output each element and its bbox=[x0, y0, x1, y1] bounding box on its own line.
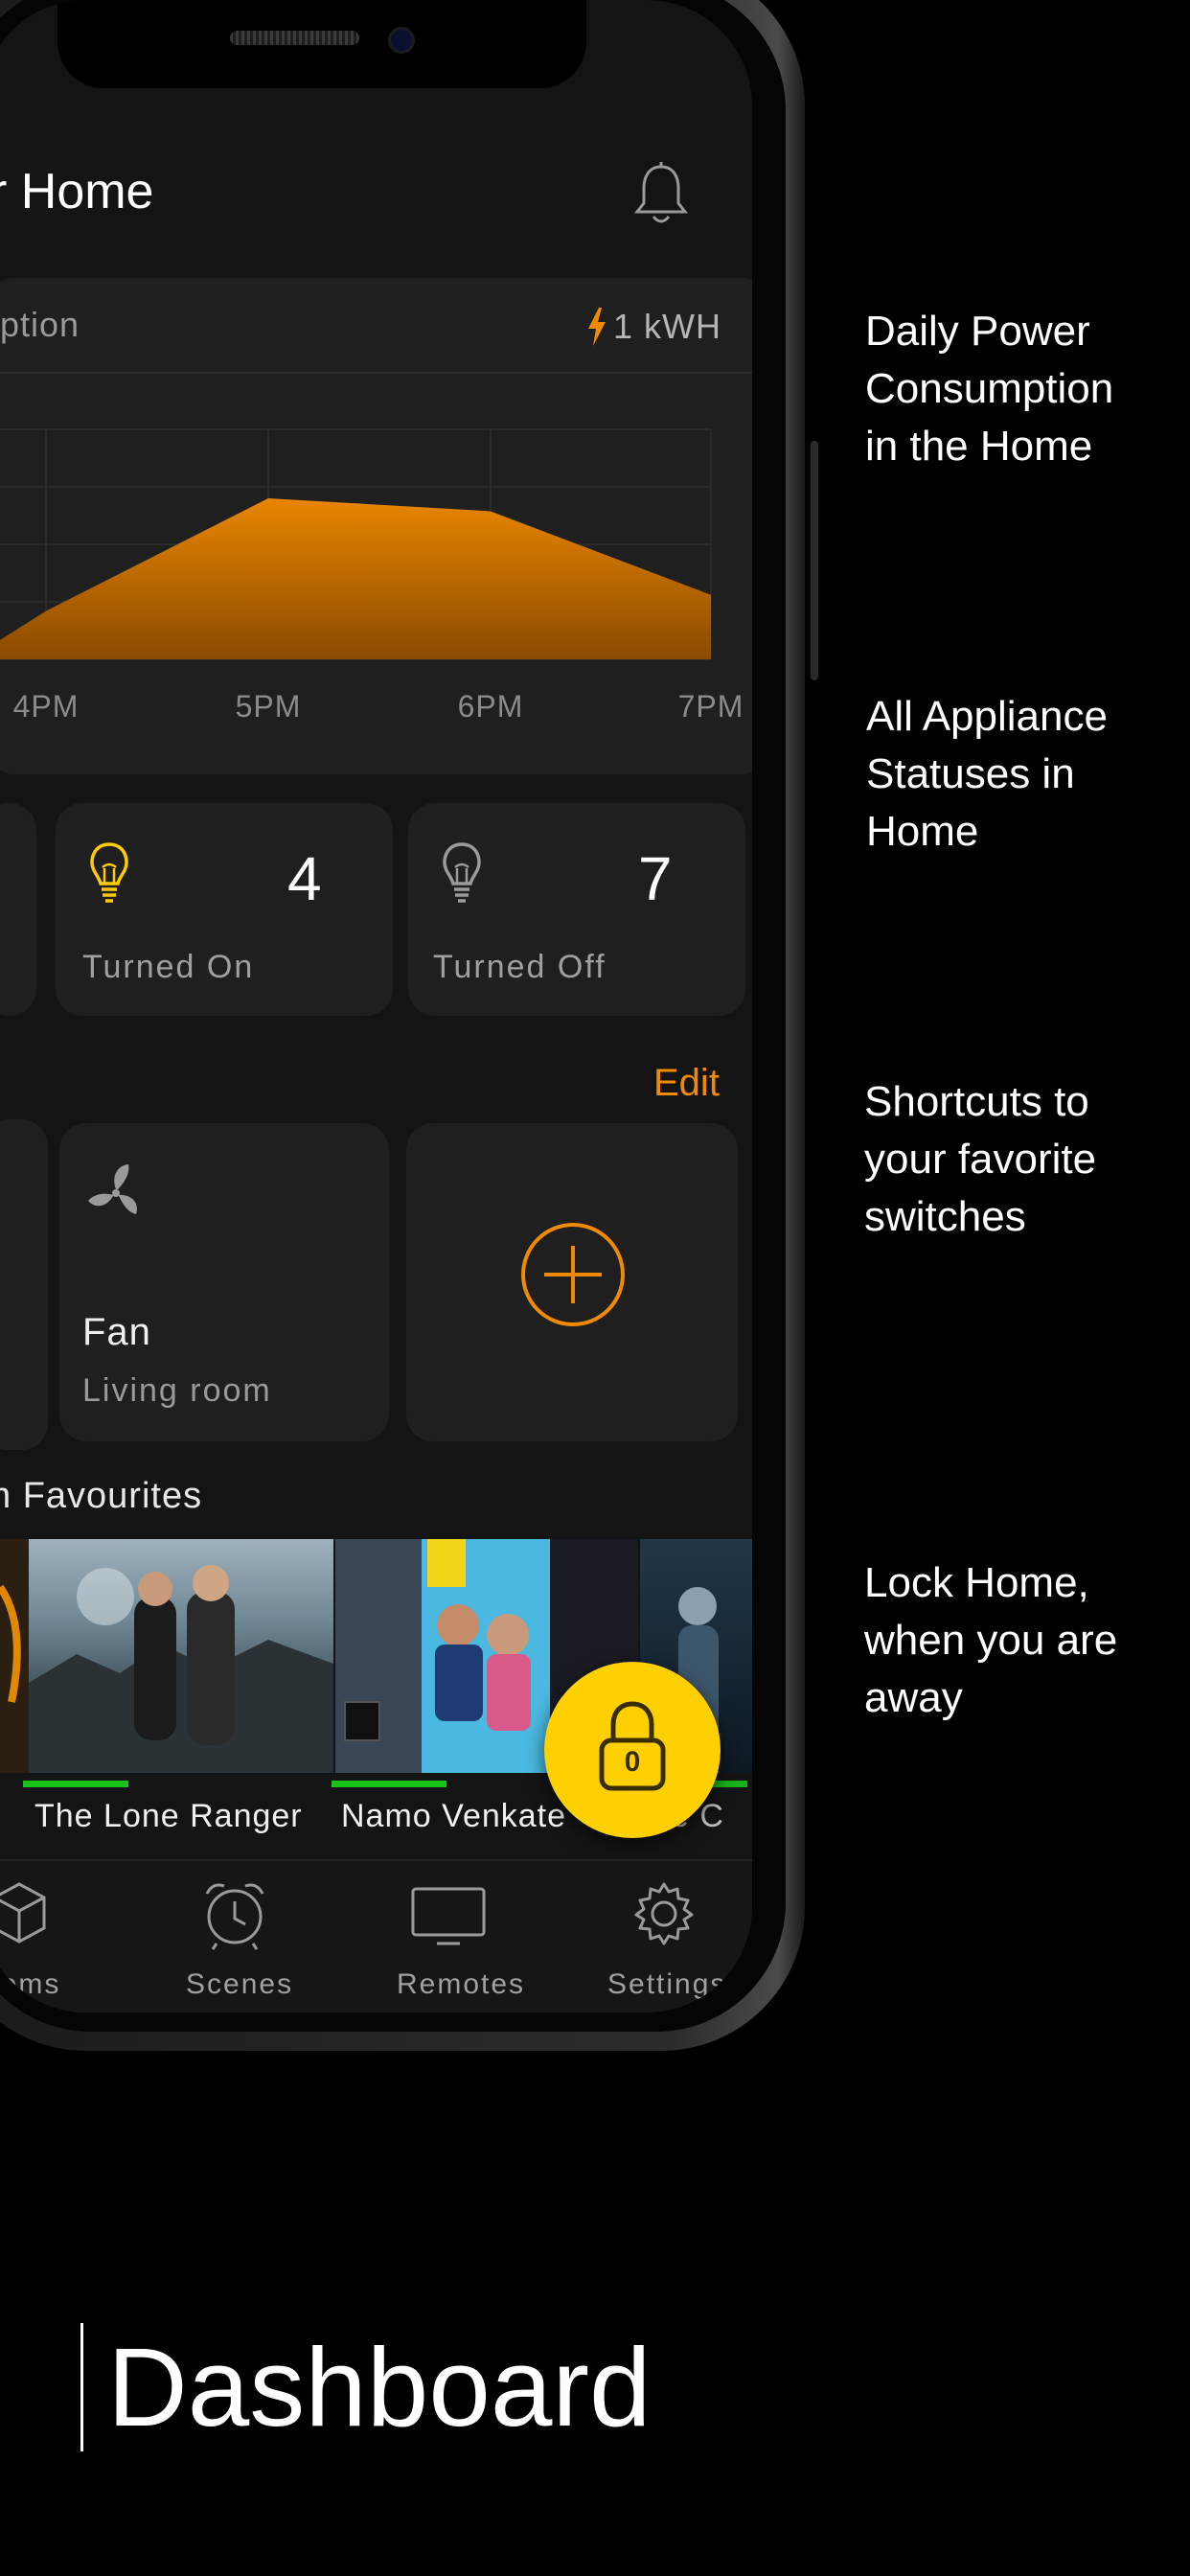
caption-lock: Lock Home, when you are away bbox=[864, 1554, 1117, 1727]
cube-icon bbox=[0, 1882, 46, 1944]
turned-off-label: Turned Off bbox=[433, 949, 606, 985]
alarm-clock-icon bbox=[205, 1883, 264, 1950]
chart-x-tick-label: 4PM bbox=[13, 689, 80, 724]
edit-shortcuts-link[interactable]: Edit bbox=[653, 1062, 720, 1105]
caption-line: Daily Power bbox=[865, 308, 1090, 355]
caption-line: Lock Home, bbox=[864, 1559, 1089, 1606]
chart-x-tick-label: 7PM bbox=[678, 689, 744, 724]
stat-card-partial[interactable] bbox=[0, 803, 36, 1016]
tab-remotes[interactable]: Remotes bbox=[368, 1878, 523, 2012]
chart-area-series bbox=[0, 498, 711, 659]
lightbulb-on-icon bbox=[90, 842, 128, 903]
lightbulb-off-icon bbox=[443, 842, 481, 903]
caption-line: in the Home bbox=[865, 423, 1093, 470]
caption-line: Statuses in bbox=[866, 750, 1075, 797]
favourite-title: Namo Venkate bbox=[341, 1798, 567, 1834]
turned-on-count: 4 bbox=[287, 844, 322, 913]
power-card-title: ption bbox=[0, 305, 80, 344]
plus-circle-icon[interactable] bbox=[519, 1221, 627, 1328]
lock-home-button[interactable]: 0 bbox=[544, 1662, 721, 1838]
caption-line: Shortcuts to bbox=[864, 1078, 1089, 1125]
caption-power: Daily Power Consumption in the Home bbox=[865, 303, 1113, 475]
shortcut-name: Fan bbox=[82, 1311, 151, 1353]
bell-icon[interactable] bbox=[632, 161, 690, 228]
lightning-icon bbox=[588, 308, 606, 346]
gear-icon bbox=[634, 1882, 694, 1945]
shortcut-room: Living room bbox=[82, 1372, 272, 1409]
tab-label: Settings bbox=[607, 1968, 727, 2000]
power-total: 1 kWH bbox=[586, 305, 721, 349]
turned-on-label: Turned On bbox=[82, 949, 255, 985]
tab-label: Remotes bbox=[397, 1968, 526, 2000]
tab-settings[interactable]: Settings bbox=[592, 1878, 736, 2012]
caption-line: away bbox=[864, 1674, 963, 1721]
tab-scenes[interactable]: Scenes bbox=[165, 1878, 299, 2012]
favourite-thumb-lone-ranger[interactable] bbox=[29, 1539, 333, 1773]
caption-line: Home bbox=[866, 808, 979, 855]
caption-line: All Appliance bbox=[866, 693, 1108, 740]
chart-x-tick-label: 6PM bbox=[458, 689, 524, 724]
caption-line: when you are bbox=[864, 1617, 1118, 1664]
page-title: r Home bbox=[0, 164, 154, 219]
title-accent-bar bbox=[80, 2323, 83, 2451]
tab-label: ooms bbox=[0, 1968, 61, 2000]
favourite-thumb-partial[interactable] bbox=[0, 1539, 29, 1773]
stat-card-turned-on[interactable]: 4 Turned On bbox=[56, 803, 393, 1016]
lock-code: 0 bbox=[624, 1746, 641, 1778]
shortcut-card-partial[interactable] bbox=[0, 1119, 48, 1450]
turned-off-count: 7 bbox=[638, 844, 673, 913]
favourite-title: The Lone Ranger bbox=[34, 1798, 303, 1834]
caption-shortcuts: Shortcuts to your favorite switches bbox=[864, 1073, 1096, 1246]
card-divider bbox=[0, 372, 752, 374]
chart-x-tick-label: 5PM bbox=[236, 689, 302, 724]
phone-side-button bbox=[811, 441, 818, 680]
speaker-grille bbox=[230, 31, 359, 45]
tab-rooms[interactable]: ooms bbox=[0, 1878, 96, 2012]
power-chart: 4PM 5PM 6PM 7PM bbox=[0, 428, 744, 724]
caption-line: your favorite bbox=[864, 1136, 1097, 1183]
tab-label: Scenes bbox=[186, 1968, 294, 2000]
tv-icon bbox=[411, 1887, 486, 1945]
caption-line: Consumption bbox=[865, 365, 1114, 412]
favourite-progress-namo-venkatesa bbox=[332, 1781, 446, 1787]
fan-icon bbox=[88, 1164, 137, 1214]
stat-card-turned-off[interactable]: 7 Turned Off bbox=[408, 803, 745, 1016]
tab-bar: ooms Scenes Remotes bbox=[0, 1859, 752, 2012]
front-camera bbox=[388, 27, 415, 54]
add-shortcut-card[interactable] bbox=[406, 1123, 738, 1441]
shortcut-card-fan[interactable]: Fan Living room bbox=[59, 1123, 389, 1441]
dashboard-title: Dashboard bbox=[107, 2325, 652, 2450]
favourites-title: n Favourites bbox=[0, 1476, 203, 1516]
chart-x-ticks: 4PM 5PM 6PM 7PM bbox=[13, 689, 744, 724]
favourite-progress-lone-ranger bbox=[23, 1781, 128, 1787]
power-value: 1 kWH bbox=[613, 307, 721, 346]
phone-screen: r Home ption 1 kWH 4PM 5PM 6PM 7PM 4 Tur… bbox=[0, 0, 752, 2012]
caption-appliances: All Appliance Statuses in Home bbox=[866, 688, 1108, 861]
caption-line: switches bbox=[864, 1193, 1026, 1240]
